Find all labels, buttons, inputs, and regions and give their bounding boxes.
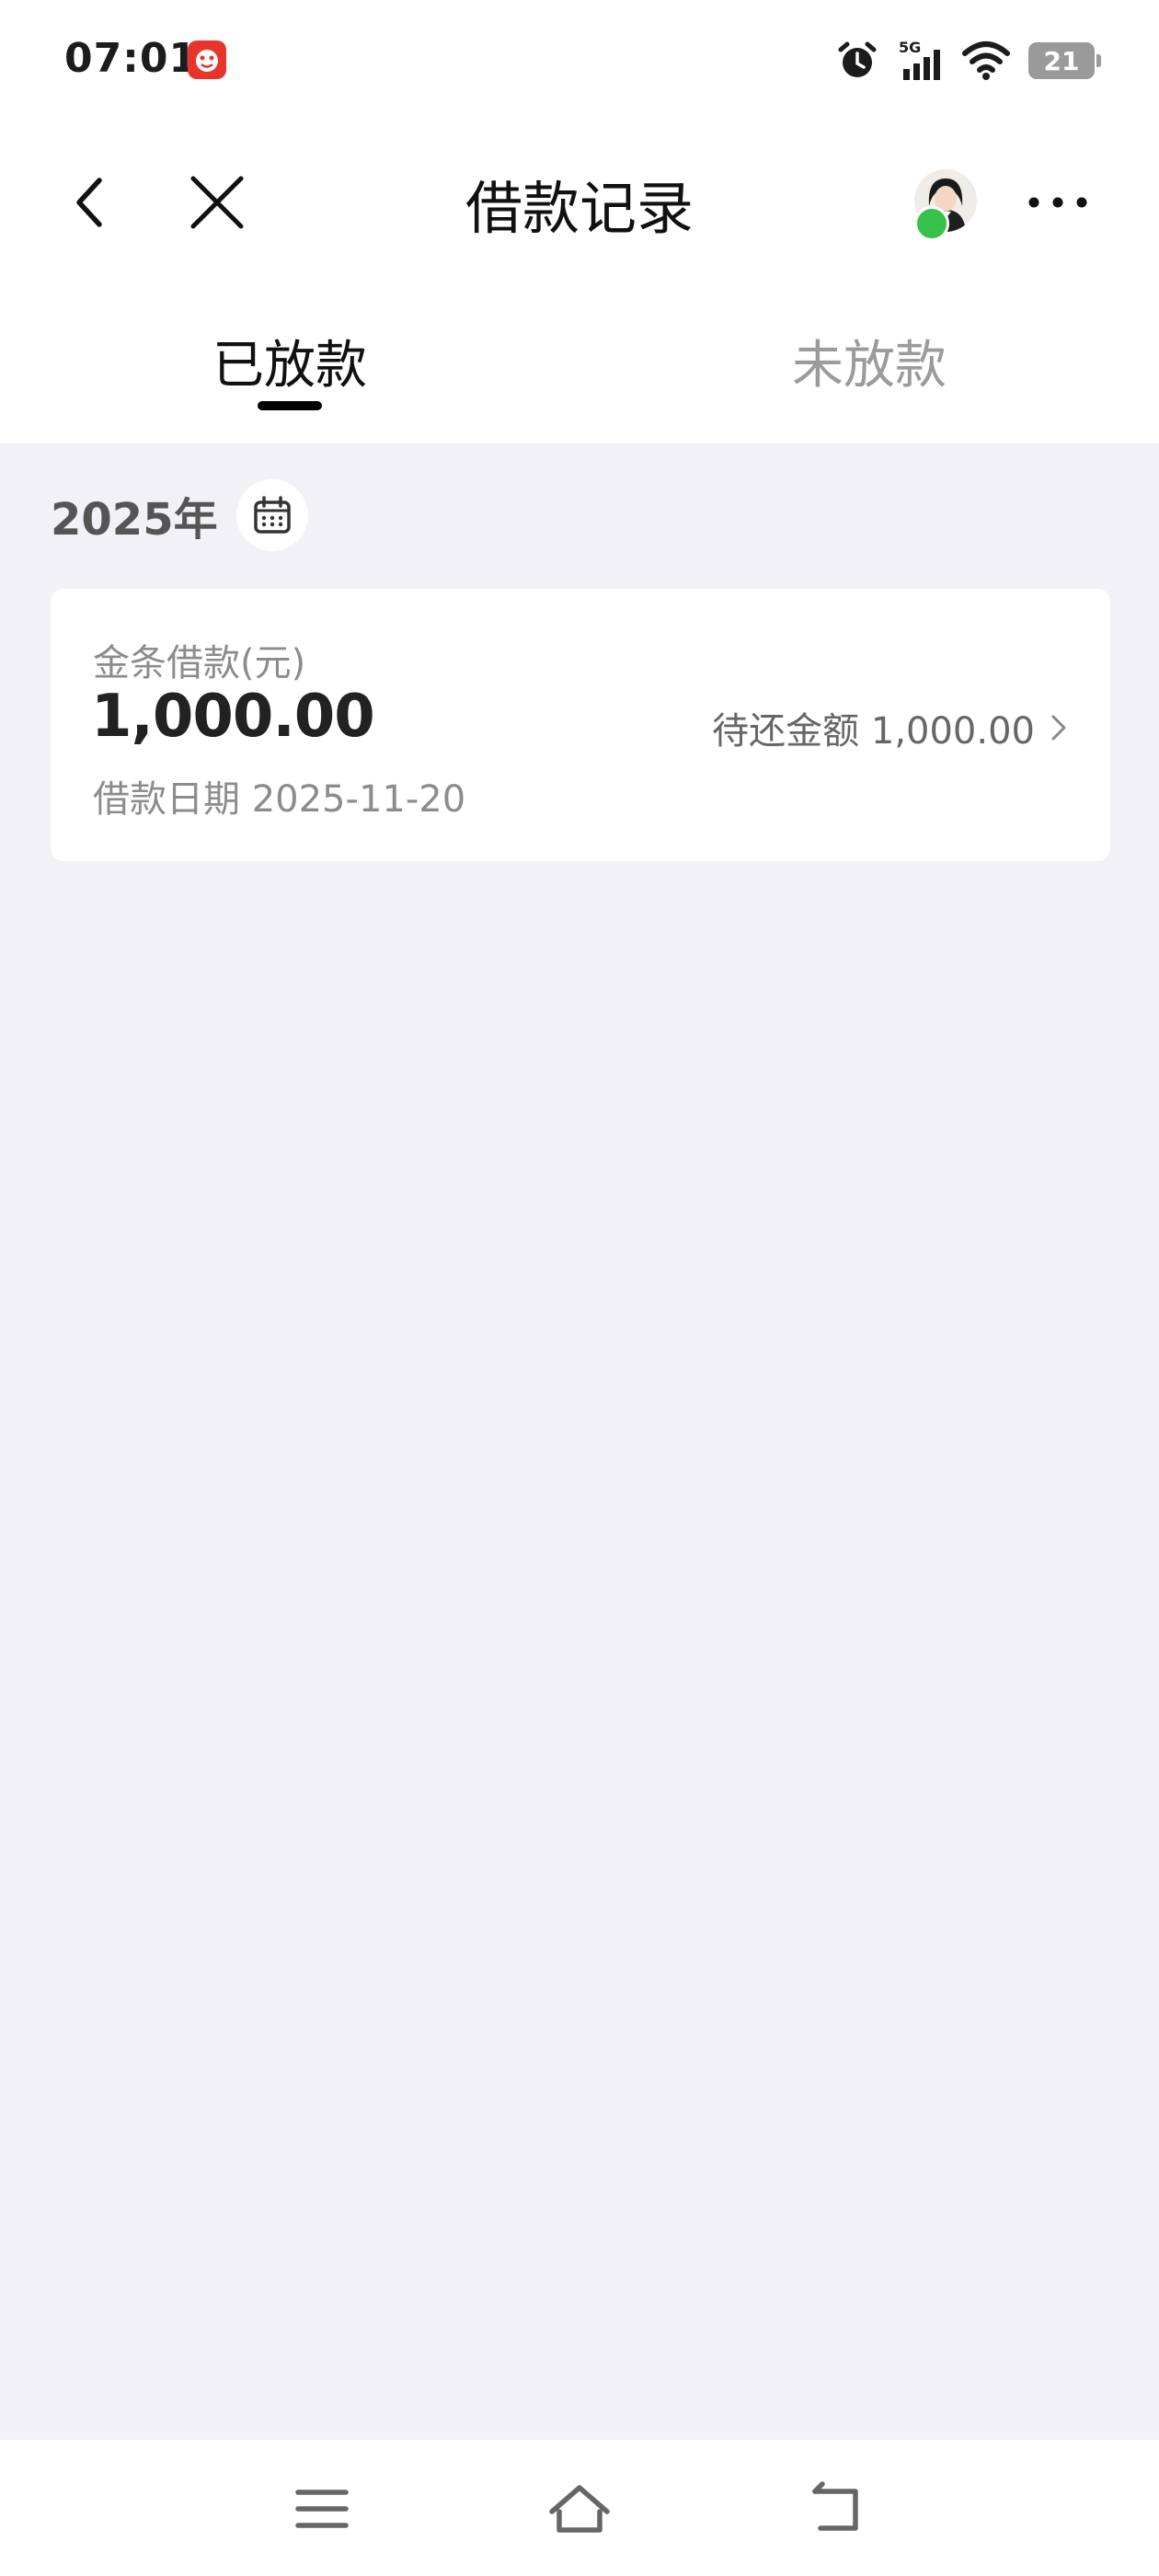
system-nav-bar: [0, 2440, 1159, 2576]
status-icons: 5G 21: [835, 35, 1101, 86]
chevron-right-icon: [1051, 715, 1066, 741]
tab-disbursed[interactable]: 已放款: [106, 324, 474, 398]
year-label: 2025年: [51, 494, 218, 546]
tab-bar: 已放款 未放款: [0, 276, 1159, 443]
calendar-button[interactable]: [235, 479, 308, 551]
loan-type-label: 金条借款(元): [93, 642, 306, 684]
calendar-icon: [253, 496, 291, 534]
network-label: 5G: [899, 39, 921, 56]
page-title: 借款记录: [465, 175, 694, 242]
year-header: 2025年: [51, 478, 308, 552]
tab-indicator: [258, 401, 322, 410]
red-app-icon: [188, 40, 226, 79]
outstanding-amount: 待还金额 1,000.00: [712, 710, 1035, 753]
5g-signal-icon: 5G: [899, 39, 940, 80]
loan-card[interactable]: 金条借款(元) 1,000.00 借款日期 2025-11-20 待还金额 1,…: [51, 589, 1110, 861]
back-icon[interactable]: [800, 2477, 874, 2541]
wifi-icon: [962, 41, 1010, 80]
status-time: 07:01: [64, 35, 199, 82]
screen: 07:01 5G 21 借款记录 已放款 未放款 2025年 金条借款(元) 1…: [0, 0, 1159, 2576]
more-dots-icon[interactable]: [1021, 166, 1095, 239]
wechat-badge-icon: [914, 206, 949, 241]
battery-level: 21: [1043, 45, 1080, 76]
status-bar: 07:01 5G 21: [0, 0, 1159, 129]
alarm-icon: [838, 41, 877, 77]
outstanding-amount-link[interactable]: 待还金额 1,000.00: [712, 701, 1070, 754]
loan-date: 借款日期 2025-11-20: [93, 778, 466, 821]
menu-icon[interactable]: [285, 2477, 359, 2541]
loan-amount: 1,000.00: [91, 683, 375, 751]
tab-not-disbursed[interactable]: 未放款: [685, 324, 1053, 398]
nav-bar: 借款记录: [0, 129, 1159, 276]
home-icon[interactable]: [543, 2477, 616, 2541]
battery-icon: 21: [1028, 42, 1101, 79]
